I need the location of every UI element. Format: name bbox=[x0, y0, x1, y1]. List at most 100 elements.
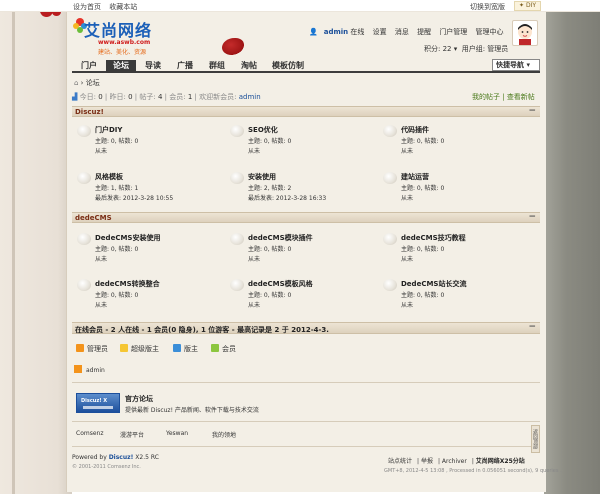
section-title[interactable]: dedeCMS bbox=[75, 214, 112, 222]
official-forum-title[interactable]: 官方论坛 bbox=[125, 394, 153, 404]
set-home-link[interactable]: 设为首页 bbox=[73, 3, 101, 11]
yesterday-count: 0 bbox=[128, 93, 133, 101]
stats-chart-icon: ▟ bbox=[72, 93, 78, 101]
nav-collections[interactable]: 淘帖 bbox=[234, 60, 264, 73]
online-status[interactable]: 在线 bbox=[350, 28, 364, 36]
points-dropdown-icon[interactable]: ▾ bbox=[452, 45, 458, 53]
forum-name[interactable]: 建站运营 bbox=[401, 172, 429, 182]
divider bbox=[72, 446, 540, 447]
forum-status-icon bbox=[383, 233, 397, 245]
bookmark-link[interactable]: 收藏本站 bbox=[109, 3, 137, 11]
new-posts-link[interactable]: 查看新帖 bbox=[507, 93, 535, 101]
forum-item[interactable]: 代码插件 主题: 0, 帖数: 0 从未 bbox=[383, 125, 533, 161]
forum-status-icon bbox=[77, 233, 91, 245]
settings-link[interactable]: 设置 bbox=[373, 28, 387, 36]
forum-name[interactable]: dedeCMS转换整合 bbox=[95, 279, 160, 289]
diy-button[interactable]: ✦ DIY bbox=[514, 1, 541, 11]
forum-last-post[interactable]: 最后发表: 2012-3-28 10:55 bbox=[95, 193, 173, 202]
nav-guide[interactable]: 导读 bbox=[138, 60, 168, 73]
forum-counts: 主题: 0, 帖数: 0 bbox=[95, 138, 139, 145]
friend-link[interactable]: 漫游平台 bbox=[120, 430, 144, 439]
forum-name[interactable]: 代码插件 bbox=[401, 125, 429, 135]
my-posts-link[interactable]: 我的帖子 bbox=[472, 93, 500, 101]
forum-name[interactable]: 安装使用 bbox=[248, 172, 276, 182]
forum-name[interactable]: 门户DIY bbox=[95, 125, 122, 135]
forum-last-post: 从未 bbox=[95, 256, 108, 263]
footer-link-report[interactable]: 举报 bbox=[421, 458, 433, 465]
messages-link[interactable]: 消息 bbox=[395, 28, 409, 36]
forum-item[interactable]: 风格模板 主题: 1, 帖数: 1 最后发表: 2012-3-28 10:55 bbox=[77, 172, 227, 208]
forum-status-icon bbox=[77, 172, 91, 184]
mod-legend-icon bbox=[173, 344, 181, 352]
username-link[interactable]: admin bbox=[324, 28, 348, 36]
section-header-dedecms: dedeCMS − bbox=[72, 212, 540, 223]
footer-links: 站点统计 | 举报 | Archiver | 艾尚网络X25分站 bbox=[388, 458, 525, 465]
nav-template-clone[interactable]: 模板仿制 bbox=[266, 60, 310, 73]
forum-counts: 主题: 0, 帖数: 0 bbox=[401, 292, 445, 299]
forum-name[interactable]: 风格模板 bbox=[95, 172, 123, 182]
forum-item[interactable]: dedeCMS模块插件 主题: 0, 帖数: 0 从未 bbox=[230, 233, 380, 269]
legend-super-mod: 超级版主 bbox=[120, 344, 159, 355]
footer-site-link[interactable]: 艾尚网络X25分站 bbox=[476, 458, 525, 465]
online-user-name[interactable]: admin bbox=[86, 367, 105, 374]
friend-link[interactable]: Yeswan bbox=[166, 430, 188, 437]
nav-broadcast[interactable]: 广播 bbox=[170, 60, 200, 73]
notices-link[interactable]: 提醒 bbox=[417, 28, 431, 36]
forum-counts: 主题: 0, 帖数: 0 bbox=[95, 292, 139, 299]
admin-center-link[interactable]: 管理中心 bbox=[476, 28, 504, 36]
friend-link[interactable]: 我的领地 bbox=[212, 430, 236, 439]
logo-title: 艾尚网络 bbox=[84, 21, 153, 40]
online-title[interactable]: 在线会员 - 2 人在线 - 1 会员(0 隐身), 1 位游客 - 最高记录是… bbox=[75, 325, 329, 335]
forum-last-post[interactable]: 最后发表: 2012-3-28 16:33 bbox=[248, 193, 326, 202]
forum-name[interactable]: DedeCMS站长交流 bbox=[401, 279, 466, 289]
powered-name-link[interactable]: Discuz! bbox=[109, 454, 134, 461]
online-user[interactable]: admin bbox=[74, 365, 105, 374]
forum-name[interactable]: DedeCMS安装使用 bbox=[95, 233, 160, 243]
footer-link-archiver[interactable]: Archiver bbox=[442, 458, 467, 465]
forum-counts: 主题: 0, 帖数: 0 bbox=[248, 292, 292, 299]
diy-label: DIY bbox=[525, 2, 536, 9]
forum-stats: ▟ 今日: 0 | 昨日: 0 | 帖子: 4 | 会员: 1 | 欢迎新会员:… bbox=[72, 93, 261, 101]
forum-item[interactable]: dedeCMS模板风格 主题: 0, 帖数: 0 从未 bbox=[230, 279, 380, 315]
forum-item[interactable]: dedeCMS技巧教程 主题: 0, 帖数: 0 从未 bbox=[383, 233, 533, 269]
collapse-icon[interactable]: − bbox=[528, 106, 536, 116]
back-to-top-button[interactable]: 返回顶部 bbox=[531, 425, 540, 453]
forum-name[interactable]: dedeCMS模块插件 bbox=[248, 233, 313, 243]
nav-portal[interactable]: 门户 bbox=[74, 60, 104, 73]
legend-label: 会员 bbox=[222, 345, 236, 353]
forum-item[interactable]: dedeCMS转换整合 主题: 0, 帖数: 0 从未 bbox=[77, 279, 227, 315]
portal-admin-link[interactable]: 门户管理 bbox=[439, 28, 467, 36]
collapse-icon[interactable]: − bbox=[528, 212, 536, 222]
site-logo[interactable]: 艾尚网络 www.aswb.com 建站、美化、资源 bbox=[72, 14, 167, 56]
breadcrumb-current[interactable]: 论坛 bbox=[86, 79, 100, 87]
nav-groups[interactable]: 群组 bbox=[202, 60, 232, 73]
section-title[interactable]: Discuz! bbox=[75, 108, 104, 116]
collapse-icon[interactable]: − bbox=[528, 322, 536, 332]
forum-item[interactable]: 门户DIY 主题: 0, 帖数: 0 从未 bbox=[77, 125, 227, 161]
chevron-down-icon: ▾ bbox=[526, 61, 530, 69]
book-binder-line bbox=[12, 0, 15, 494]
forum-last-post: 从未 bbox=[401, 195, 414, 202]
avatar[interactable] bbox=[512, 20, 538, 46]
forum-name[interactable]: SEO优化 bbox=[248, 125, 278, 135]
user-group-link[interactable]: 用户组: 管理员 bbox=[462, 45, 509, 53]
forum-item[interactable]: 安装使用 主题: 2, 帖数: 2 最后发表: 2012-3-28 16:33 bbox=[230, 172, 380, 208]
quick-nav-button[interactable]: 快捷导航 ▾ bbox=[492, 59, 540, 71]
forum-item[interactable]: DedeCMS安装使用 主题: 0, 帖数: 0 从未 bbox=[77, 233, 227, 269]
switch-width-link[interactable]: 切换到宽版 bbox=[470, 2, 505, 12]
nav-forum[interactable]: 论坛 bbox=[106, 60, 136, 73]
home-icon[interactable]: ⌂ bbox=[74, 79, 78, 87]
points-link[interactable]: 积分: 22 bbox=[424, 45, 452, 53]
forum-name[interactable]: dedeCMS技巧教程 bbox=[401, 233, 466, 243]
welcome-user-link[interactable]: admin bbox=[239, 93, 261, 101]
forum-item[interactable]: SEO优化 主题: 0, 帖数: 0 从未 bbox=[230, 125, 380, 161]
online-members-header: 在线会员 - 2 人在线 - 1 会员(0 隐身), 1 位游客 - 最高记录是… bbox=[72, 322, 540, 334]
official-forum-banner[interactable]: Discuz! X bbox=[76, 393, 120, 413]
friend-link[interactable]: Comsenz bbox=[76, 430, 103, 437]
forum-item[interactable]: DedeCMS站长交流 主题: 0, 帖数: 0 从未 bbox=[383, 279, 533, 315]
footer-link-stats[interactable]: 站点统计 bbox=[388, 458, 412, 465]
forum-item[interactable]: 建站运营 主题: 0, 帖数: 0 从未 bbox=[383, 172, 533, 208]
forum-last-post: 从未 bbox=[248, 256, 261, 263]
forum-name[interactable]: dedeCMS模板风格 bbox=[248, 279, 313, 289]
today-label: 今日: bbox=[79, 93, 96, 101]
